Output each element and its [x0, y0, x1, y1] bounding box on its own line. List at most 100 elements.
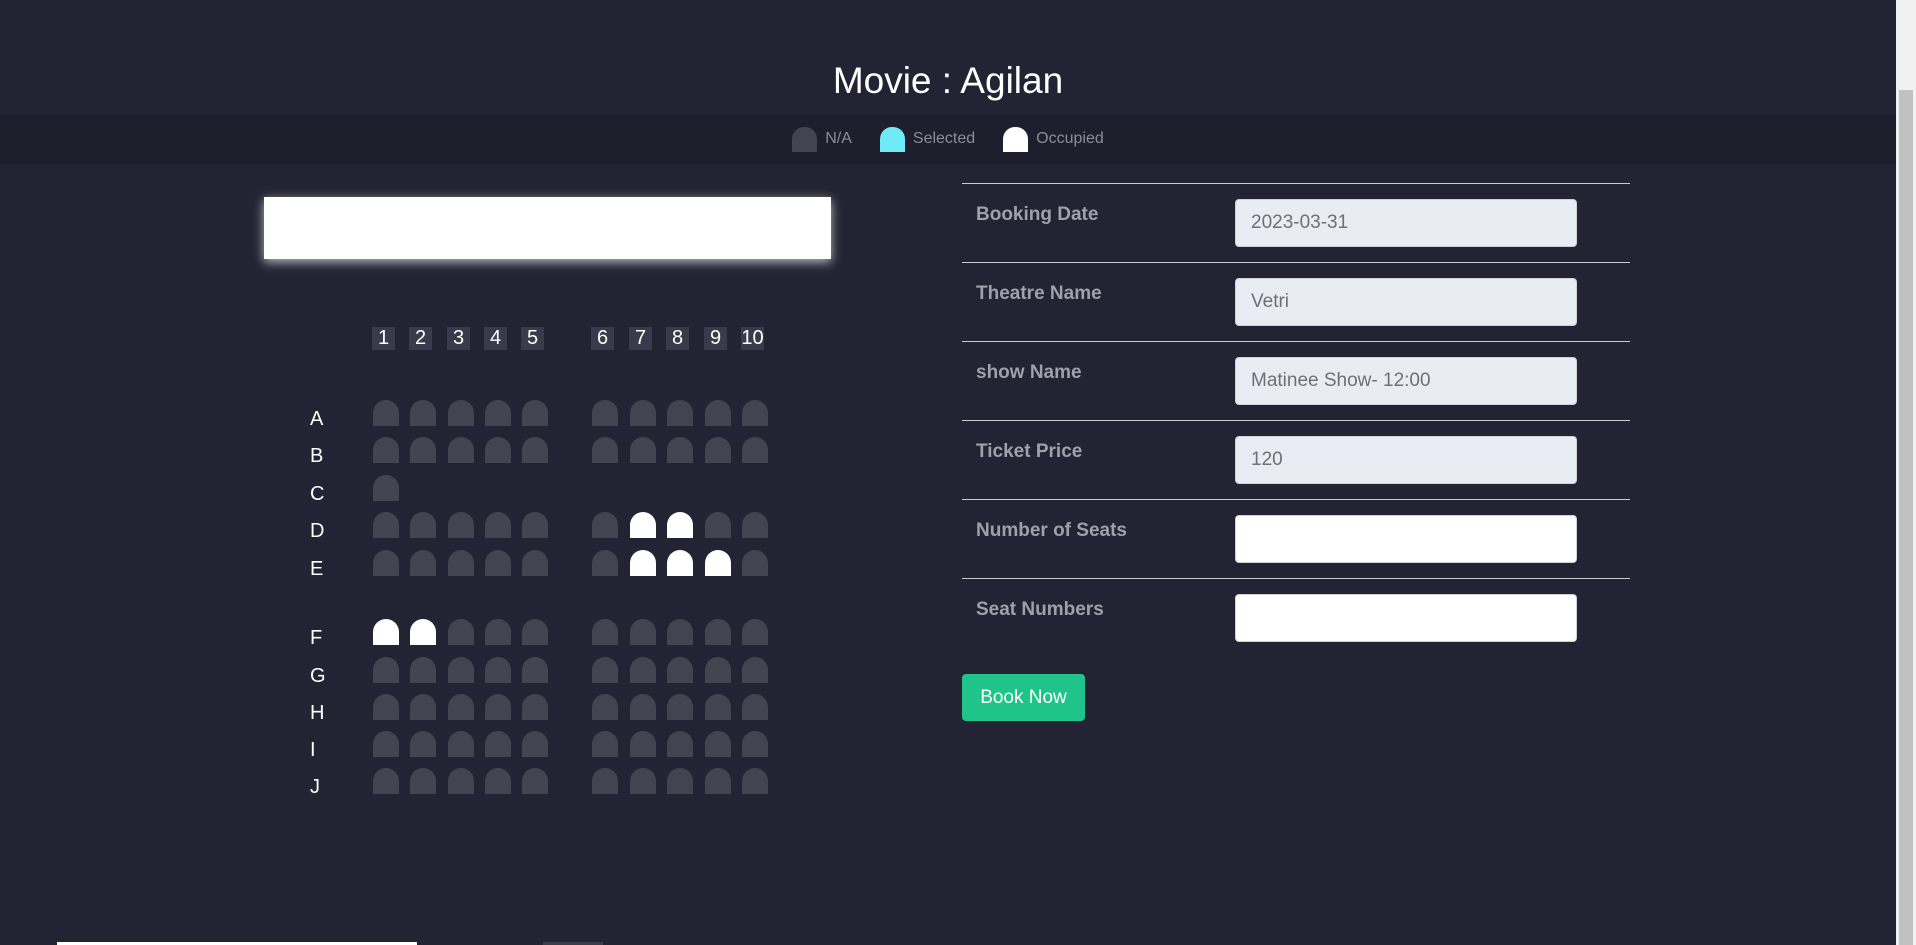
seat-d-1[interactable] [373, 512, 399, 538]
seat-i-1[interactable] [373, 731, 399, 757]
seat-f-9[interactable] [705, 619, 731, 645]
seat-g-5[interactable] [522, 657, 548, 683]
seat-f-5[interactable] [522, 619, 548, 645]
seat-g-6[interactable] [592, 657, 618, 683]
seat-f-10[interactable] [742, 619, 768, 645]
show-name-input[interactable] [1235, 357, 1577, 405]
seat-a-2[interactable] [410, 400, 436, 426]
seat-b-9[interactable] [705, 437, 731, 463]
seat-d-7[interactable] [630, 512, 656, 538]
seat-e-2[interactable] [410, 550, 436, 576]
seat-d-8[interactable] [667, 512, 693, 538]
seat-e-5[interactable] [522, 550, 548, 576]
seat-a-1[interactable] [373, 400, 399, 426]
seat-i-5[interactable] [522, 731, 548, 757]
seat-i-7[interactable] [630, 731, 656, 757]
seat-e-10[interactable] [742, 550, 768, 576]
seat-g-4[interactable] [485, 657, 511, 683]
seat-b-2[interactable] [410, 437, 436, 463]
seat-i-10[interactable] [742, 731, 768, 757]
seat-d-6[interactable] [592, 512, 618, 538]
book-now-button[interactable]: Book Now [962, 674, 1085, 721]
seat-j-5[interactable] [522, 768, 548, 794]
seat-i-2[interactable] [410, 731, 436, 757]
seat-j-3[interactable] [448, 768, 474, 794]
seat-b-1[interactable] [373, 437, 399, 463]
seat-f-1[interactable] [373, 619, 399, 645]
seat-f-4[interactable] [485, 619, 511, 645]
vertical-scrollbar[interactable] [1896, 0, 1916, 945]
seat-e-8[interactable] [667, 550, 693, 576]
seat-d-3[interactable] [448, 512, 474, 538]
seat-a-10[interactable] [742, 400, 768, 426]
seat-h-2[interactable] [410, 694, 436, 720]
seat-g-8[interactable] [667, 657, 693, 683]
seat-a-9[interactable] [705, 400, 731, 426]
seat-b-6[interactable] [592, 437, 618, 463]
seat-j-6[interactable] [592, 768, 618, 794]
seat-c-1[interactable] [373, 475, 399, 501]
seat-g-3[interactable] [448, 657, 474, 683]
seat-a-8[interactable] [667, 400, 693, 426]
seat-h-10[interactable] [742, 694, 768, 720]
seat-d-2[interactable] [410, 512, 436, 538]
seat-b-8[interactable] [667, 437, 693, 463]
seat-a-5[interactable] [522, 400, 548, 426]
seat-b-10[interactable] [742, 437, 768, 463]
scrollbar-thumb[interactable] [1899, 90, 1913, 945]
seat-d-10[interactable] [742, 512, 768, 538]
seat-j-2[interactable] [410, 768, 436, 794]
seat-b-4[interactable] [485, 437, 511, 463]
seat-g-1[interactable] [373, 657, 399, 683]
seat-i-3[interactable] [448, 731, 474, 757]
ticket-price-input[interactable] [1235, 436, 1577, 484]
seat-b-5[interactable] [522, 437, 548, 463]
seat-e-4[interactable] [485, 550, 511, 576]
seat-f-7[interactable] [630, 619, 656, 645]
seat-g-2[interactable] [410, 657, 436, 683]
seat-g-7[interactable] [630, 657, 656, 683]
seat-i-8[interactable] [667, 731, 693, 757]
seat-a-7[interactable] [630, 400, 656, 426]
seat-h-9[interactable] [705, 694, 731, 720]
seat-i-6[interactable] [592, 731, 618, 757]
seat-h-1[interactable] [373, 694, 399, 720]
seat-g-9[interactable] [705, 657, 731, 683]
seat-j-8[interactable] [667, 768, 693, 794]
seat-e-9[interactable] [705, 550, 731, 576]
seat-f-3[interactable] [448, 619, 474, 645]
seat-h-3[interactable] [448, 694, 474, 720]
seat-g-10[interactable] [742, 657, 768, 683]
seat-e-1[interactable] [373, 550, 399, 576]
seat-a-4[interactable] [485, 400, 511, 426]
seat-h-7[interactable] [630, 694, 656, 720]
seat-f-2[interactable] [410, 619, 436, 645]
theatre-name-input[interactable] [1235, 278, 1577, 326]
seat-e-6[interactable] [592, 550, 618, 576]
seat-j-4[interactable] [485, 768, 511, 794]
seat-h-4[interactable] [485, 694, 511, 720]
seat-f-8[interactable] [667, 619, 693, 645]
seat-j-10[interactable] [742, 768, 768, 794]
seat-h-8[interactable] [667, 694, 693, 720]
seat-f-6[interactable] [592, 619, 618, 645]
seat-b-7[interactable] [630, 437, 656, 463]
seat-h-6[interactable] [592, 694, 618, 720]
seat-h-5[interactable] [522, 694, 548, 720]
seat-i-4[interactable] [485, 731, 511, 757]
seat-d-5[interactable] [522, 512, 548, 538]
seat-a-3[interactable] [448, 400, 474, 426]
seat-d-4[interactable] [485, 512, 511, 538]
number-of-seats-input[interactable] [1235, 515, 1577, 563]
seat-a-6[interactable] [592, 400, 618, 426]
seat-e-3[interactable] [448, 550, 474, 576]
seat-numbers-input[interactable] [1235, 594, 1577, 642]
seat-j-9[interactable] [705, 768, 731, 794]
seat-e-7[interactable] [630, 550, 656, 576]
seat-j-1[interactable] [373, 768, 399, 794]
seat-j-7[interactable] [630, 768, 656, 794]
booking-date-input[interactable] [1235, 199, 1577, 247]
seat-i-9[interactable] [705, 731, 731, 757]
seat-d-9[interactable] [705, 512, 731, 538]
seat-b-3[interactable] [448, 437, 474, 463]
